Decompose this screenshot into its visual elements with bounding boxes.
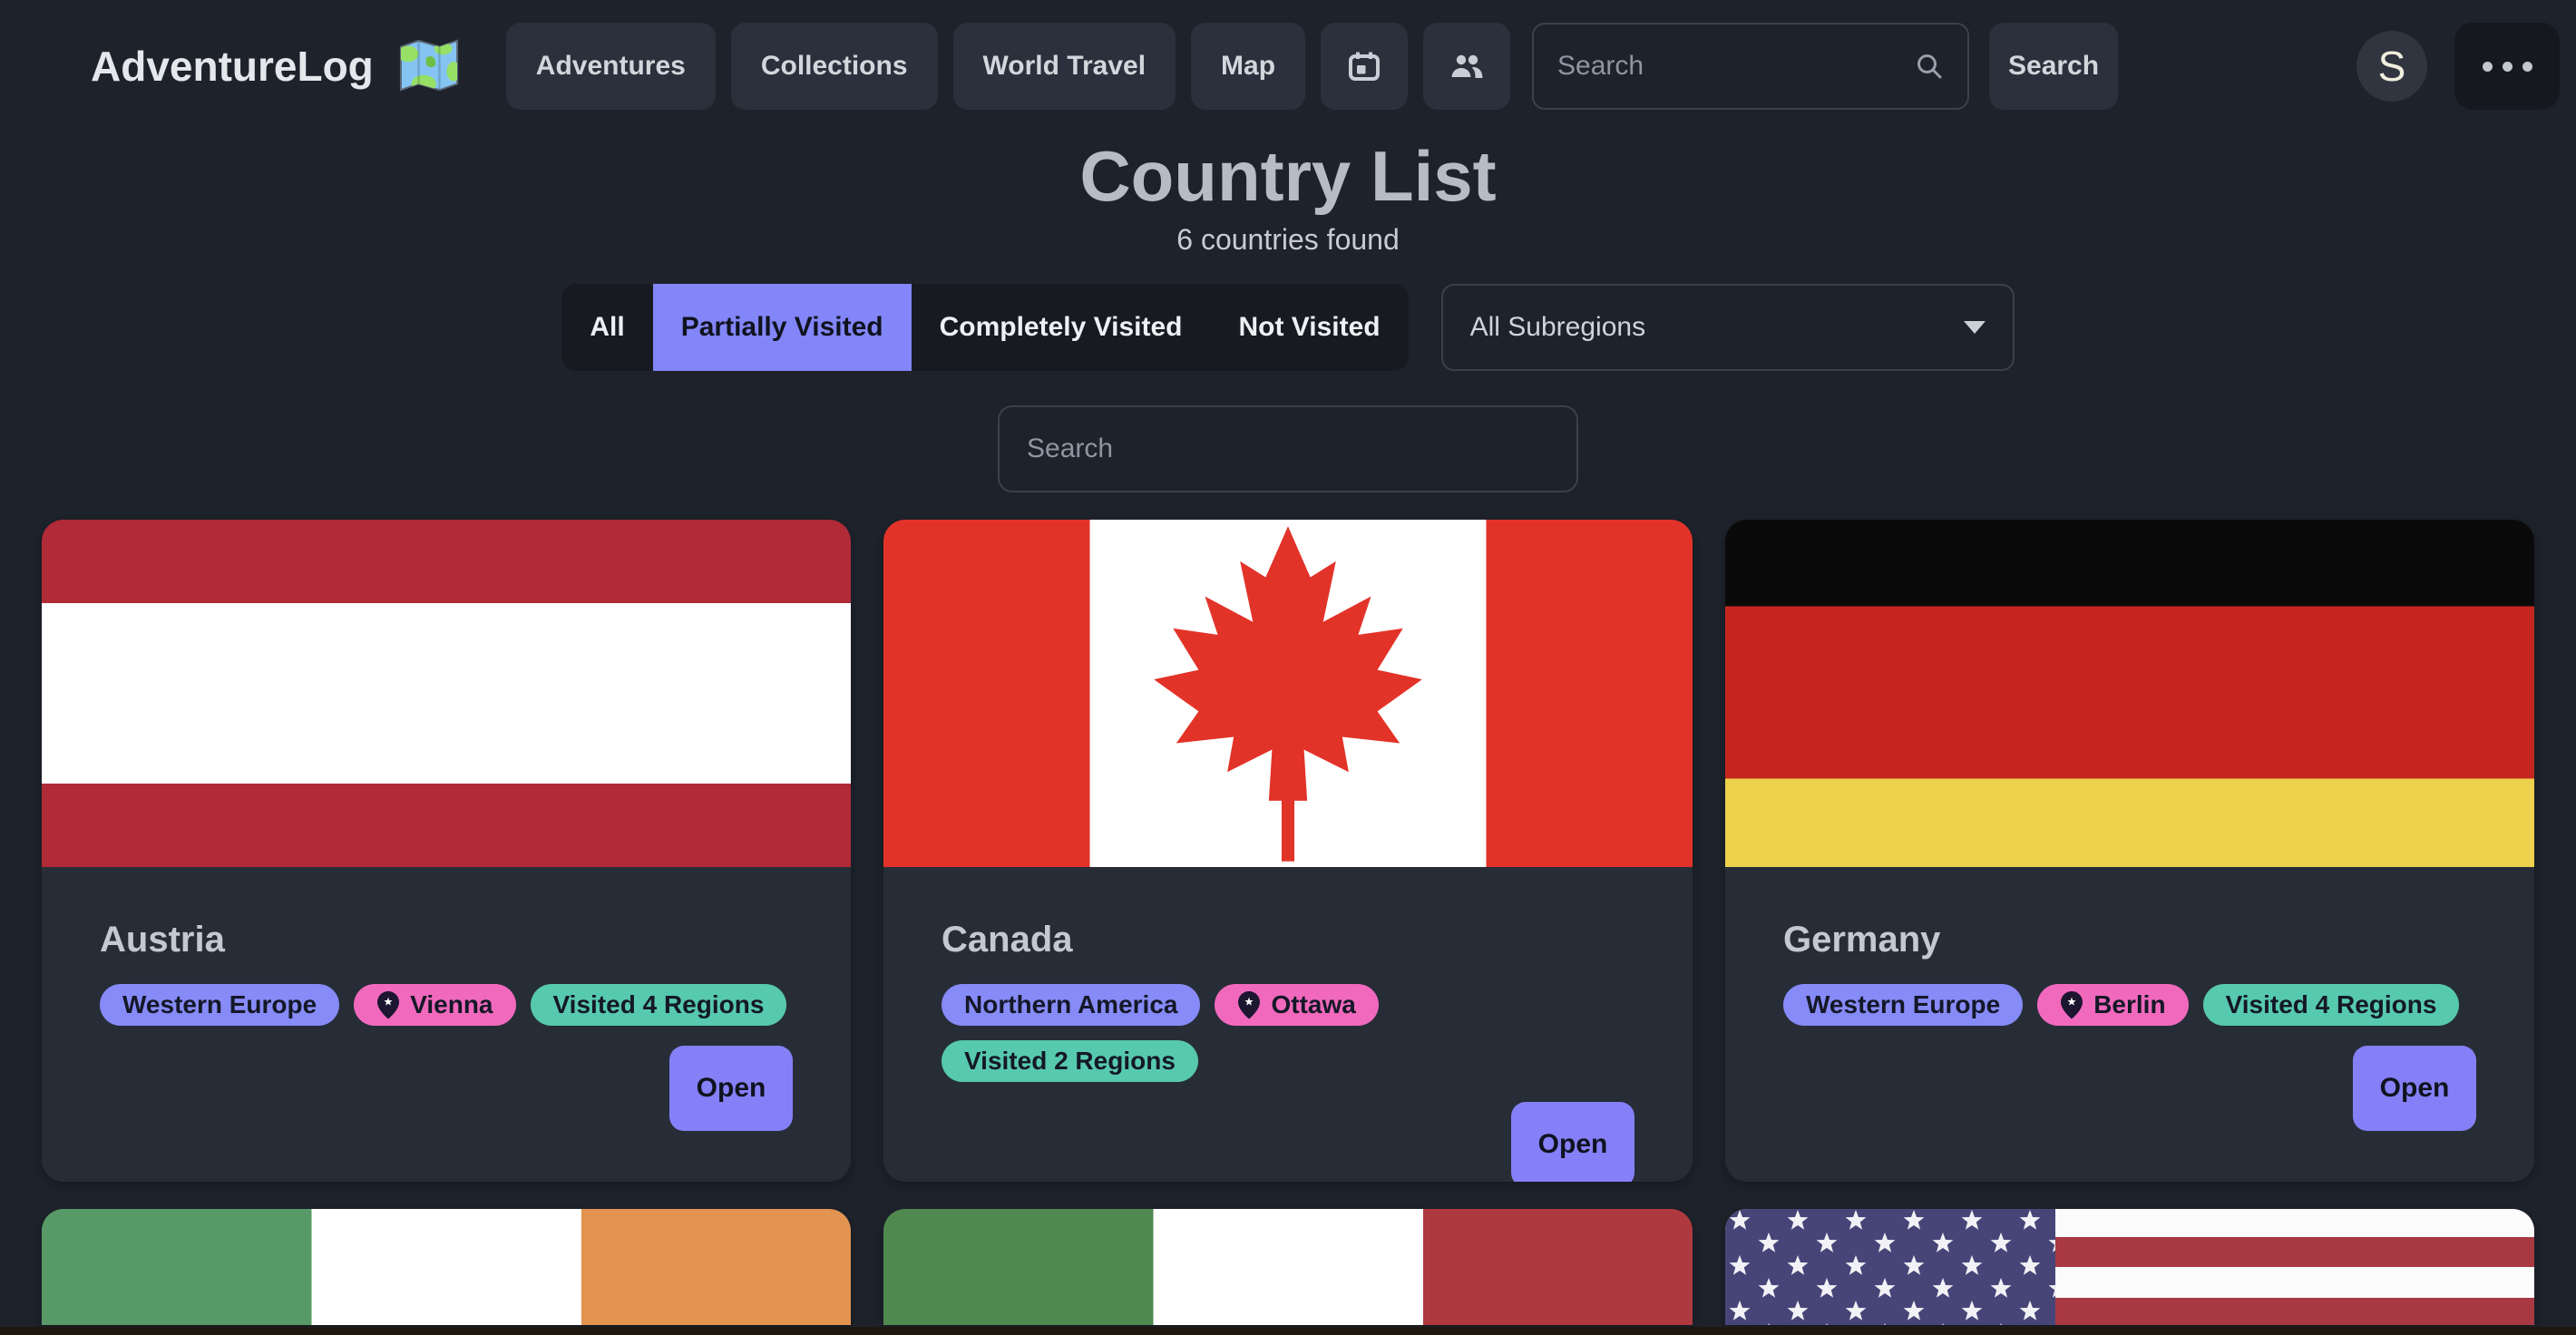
region-badge: Western Europe bbox=[100, 984, 339, 1026]
nav-map-button[interactable]: Map bbox=[1191, 23, 1305, 110]
country-search-box bbox=[998, 405, 1578, 492]
open-button[interactable]: Open bbox=[1511, 1102, 1634, 1182]
canada-flag bbox=[883, 520, 1693, 867]
users-icon bbox=[1449, 52, 1485, 81]
germany-flag bbox=[1725, 520, 2534, 867]
page-title: Country List bbox=[0, 134, 2576, 218]
visited-regions-badge: Visited 4 Regions bbox=[2203, 984, 2460, 1026]
calendar-icon bbox=[1347, 50, 1381, 83]
nav-search-input[interactable] bbox=[1557, 51, 1915, 82]
nav-collections-button[interactable]: Collections bbox=[731, 23, 938, 110]
filter-row: All Partially Visited Completely Visited… bbox=[0, 284, 2576, 371]
subregion-dropdown-value: All Subregions bbox=[1470, 312, 1645, 343]
overflow-menu-button[interactable] bbox=[2454, 23, 2560, 110]
country-search-row bbox=[0, 405, 2576, 492]
nav-world-travel-button[interactable]: World Travel bbox=[953, 23, 1176, 110]
tab-partially-visited[interactable]: Partially Visited bbox=[653, 284, 912, 371]
nav-adventures-button[interactable]: Adventures bbox=[506, 23, 716, 110]
visit-filter-tabs: All Partially Visited Completely Visited… bbox=[561, 284, 1408, 371]
open-button[interactable]: Open bbox=[2353, 1046, 2476, 1131]
region-badge: Northern America bbox=[942, 984, 1200, 1026]
map-logo-icon bbox=[397, 37, 461, 95]
country-name: Canada bbox=[942, 920, 1634, 960]
country-card-germany: Germany Western Europe Berlin Visited 4 … bbox=[1725, 520, 2534, 1182]
tab-completely-visited[interactable]: Completely Visited bbox=[912, 284, 1211, 371]
navbar: AdventureLog Adventures Collections Worl… bbox=[0, 0, 2576, 132]
app-title: AdventureLog bbox=[91, 42, 374, 91]
country-card-canada: Canada Northern America Ottawa Visited 2… bbox=[883, 520, 1693, 1182]
calendar-button[interactable] bbox=[1321, 23, 1408, 110]
page-header: Country List 6 countries found bbox=[0, 134, 2576, 257]
italy-flag bbox=[883, 1209, 1693, 1325]
map-pin-icon bbox=[376, 990, 400, 1019]
app-logo[interactable]: AdventureLog bbox=[91, 37, 461, 95]
visited-regions-badge: Visited 4 Regions bbox=[531, 984, 787, 1026]
search-button[interactable]: Search bbox=[1989, 23, 2118, 110]
nav-links: Adventures Collections World Travel Map bbox=[506, 23, 1510, 110]
ireland-flag bbox=[42, 1209, 851, 1325]
users-button[interactable] bbox=[1423, 23, 1510, 110]
capital-badge: Ottawa bbox=[1215, 984, 1378, 1026]
search-icon bbox=[1915, 52, 1944, 81]
capital-badge: Vienna bbox=[354, 984, 515, 1026]
tab-all[interactable]: All bbox=[561, 284, 652, 371]
country-name: Germany bbox=[1783, 920, 2476, 960]
results-count: 6 countries found bbox=[0, 223, 2576, 257]
avatar[interactable]: S bbox=[2356, 31, 2427, 102]
country-search-input[interactable] bbox=[1027, 434, 1549, 464]
chevron-down-icon bbox=[1964, 321, 1986, 334]
subregion-dropdown[interactable]: All Subregions bbox=[1441, 284, 2015, 371]
country-name: Austria bbox=[100, 920, 793, 960]
bottom-edge-strip bbox=[0, 1327, 2576, 1335]
usa-flag bbox=[1725, 1209, 2534, 1325]
usa-flag-canton bbox=[1725, 1209, 2055, 1325]
tab-not-visited[interactable]: Not Visited bbox=[1210, 284, 1408, 371]
maple-leaf-icon bbox=[1128, 525, 1448, 862]
country-card-austria: Austria Western Europe Vienna Visited 4 … bbox=[42, 520, 851, 1182]
map-pin-icon bbox=[1237, 990, 1261, 1019]
visited-regions-badge: Visited 2 Regions bbox=[942, 1040, 1198, 1082]
country-grid-row2 bbox=[42, 1209, 2534, 1325]
country-card-ireland[interactable] bbox=[42, 1209, 851, 1325]
country-card-italy[interactable] bbox=[883, 1209, 1693, 1325]
region-badge: Western Europe bbox=[1783, 984, 2023, 1026]
austria-flag bbox=[42, 520, 851, 867]
open-button[interactable]: Open bbox=[669, 1046, 793, 1131]
nav-search-box bbox=[1532, 23, 1969, 110]
country-grid: Austria Western Europe Vienna Visited 4 … bbox=[42, 520, 2534, 1182]
country-card-usa[interactable] bbox=[1725, 1209, 2534, 1325]
ellipsis-icon bbox=[2483, 62, 2493, 72]
map-pin-icon bbox=[2060, 990, 2083, 1019]
capital-badge: Berlin bbox=[2037, 984, 2188, 1026]
